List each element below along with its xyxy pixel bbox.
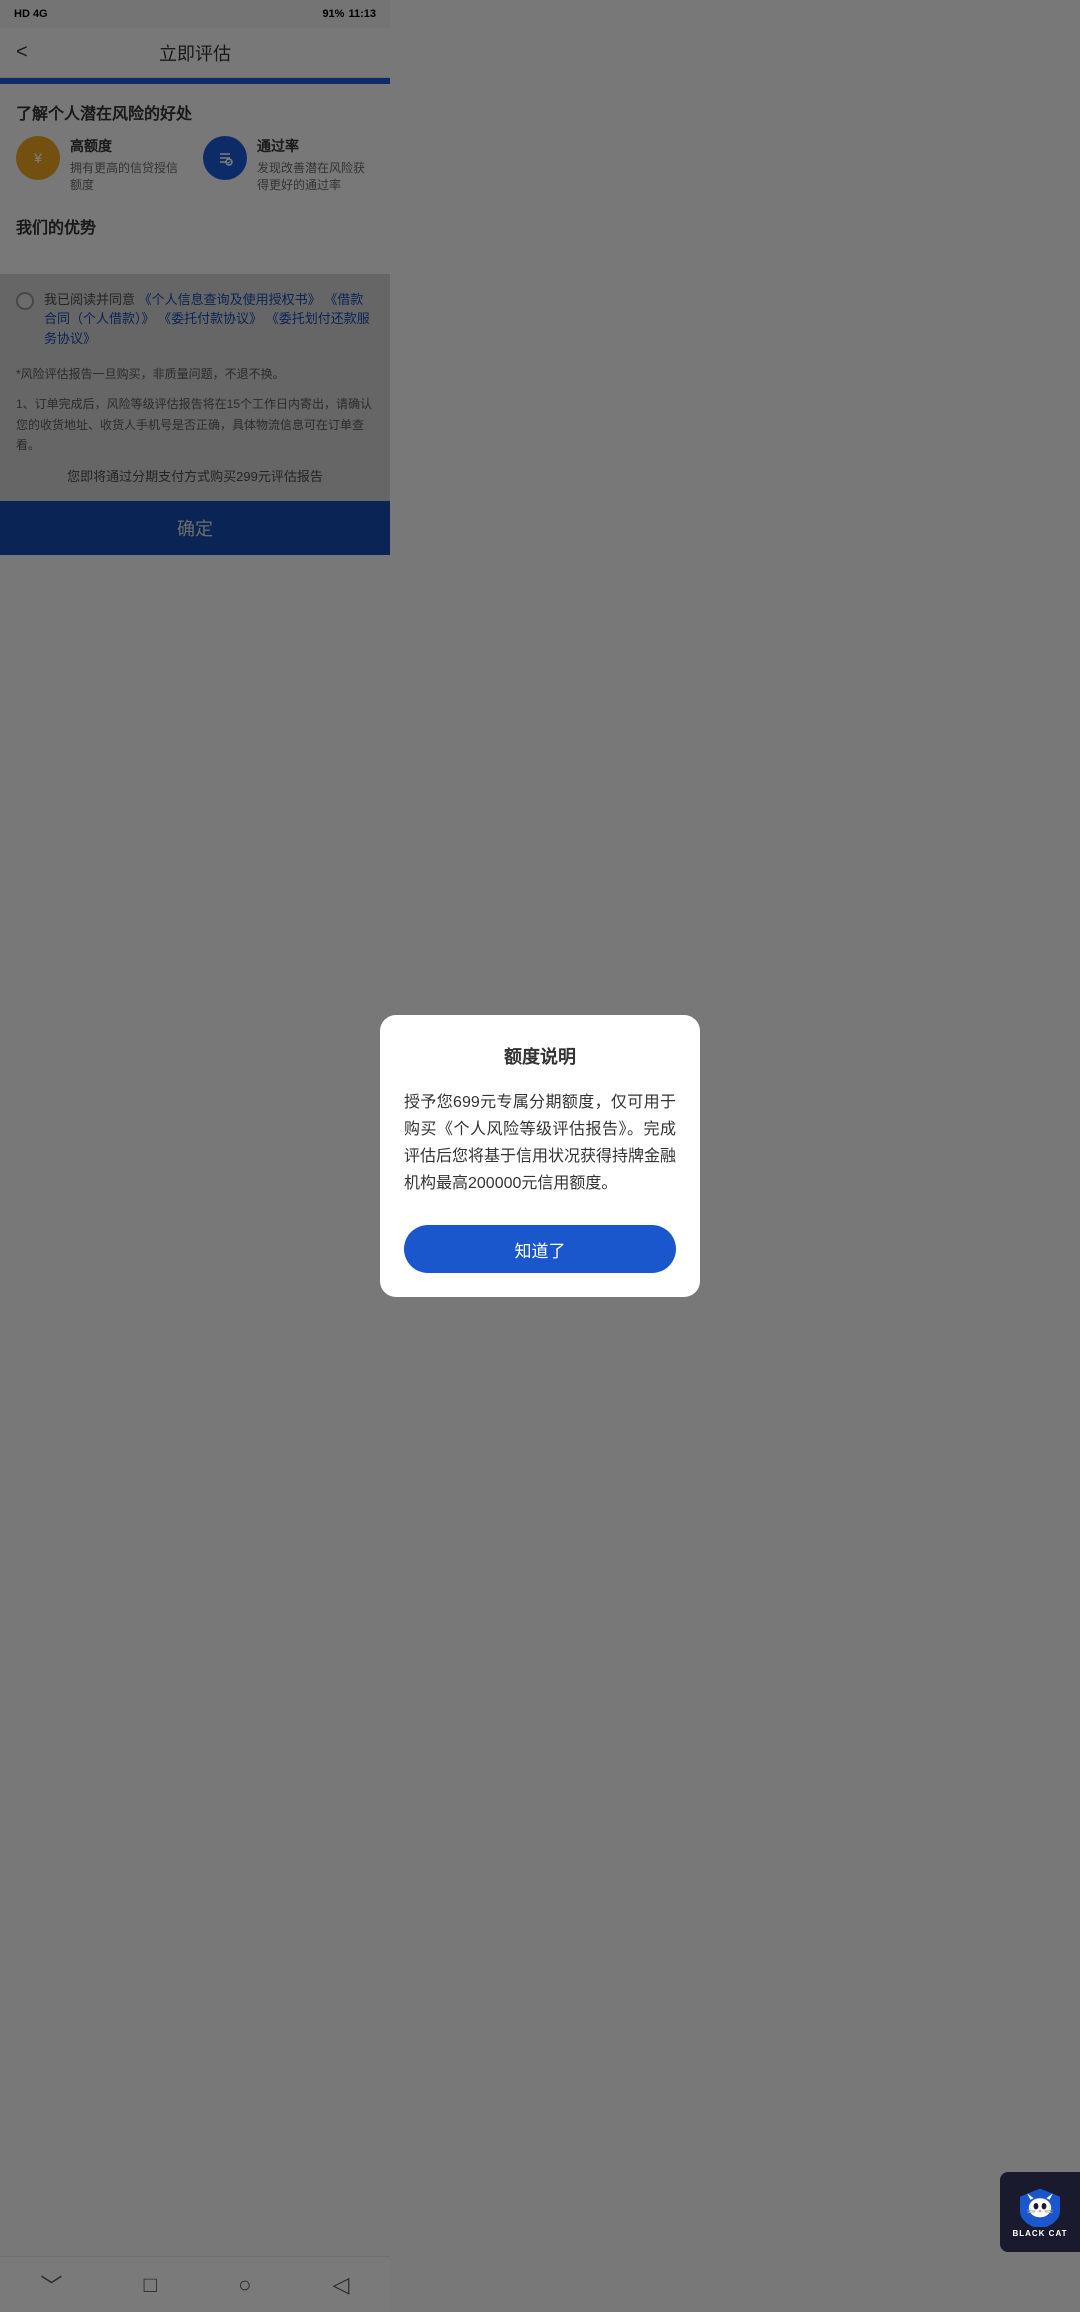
blackcat-text: BLACK CAT [1012, 2229, 1067, 2238]
blackcat-watermark: BLACK CAT [1000, 2172, 1080, 2252]
dialog: 额度说明 授予您699元专属分期额度，仅可用于购买《个人风险等级评估报告》。完成… [380, 1015, 700, 1298]
blackcat-logo-svg [1015, 2187, 1065, 2227]
dialog-body: 授予您699元专属分期额度，仅可用于购买《个人风险等级评估报告》。完成评估后您将… [404, 1089, 676, 1198]
dialog-confirm-button[interactable]: 知道了 [404, 1225, 676, 1273]
dialog-overlay: 额度说明 授予您699元专属分期额度，仅可用于购买《个人风险等级评估报告》。完成… [0, 0, 1080, 2312]
dialog-title: 额度说明 [404, 1043, 676, 1069]
